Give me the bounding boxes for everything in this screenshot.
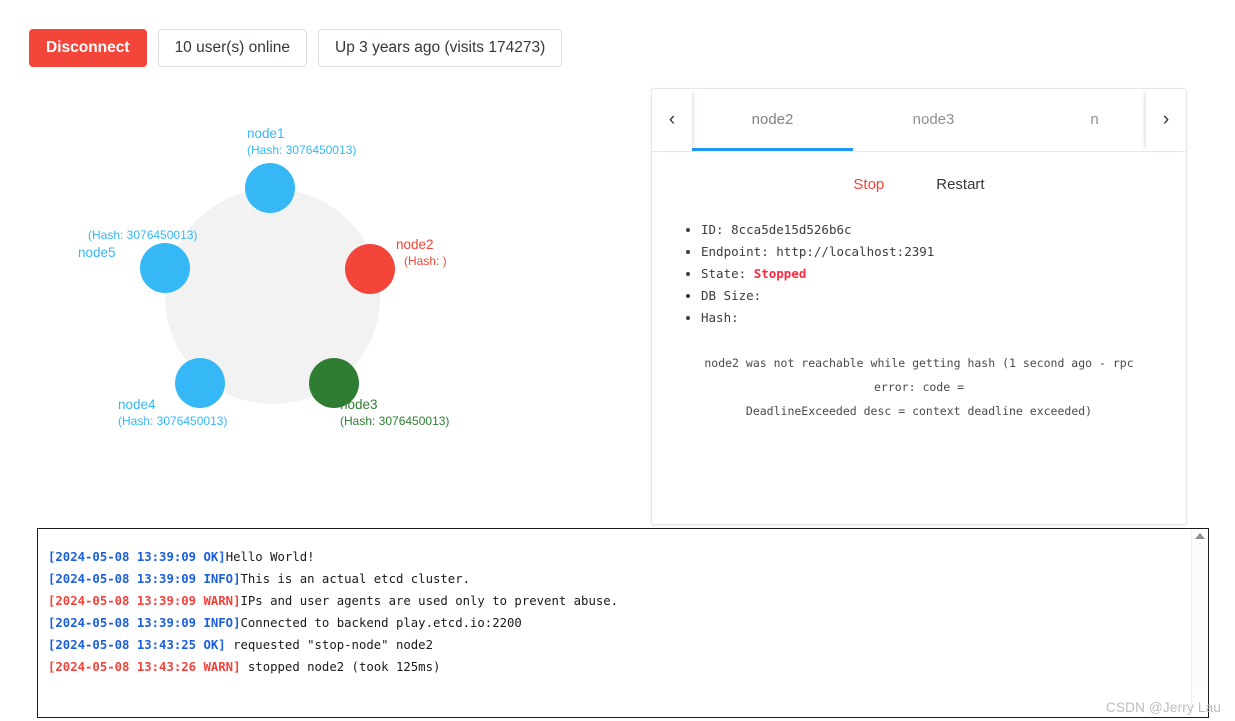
watermark: CSDN @Jerry Lau: [1106, 700, 1221, 715]
cluster-node-label-node5: (Hash: 3076450013) node5: [78, 227, 197, 261]
log-console-lines: [2024-05-08 13:39:09 OK]Hello World! [202…: [38, 529, 1191, 717]
detail-key: ID:: [701, 222, 732, 237]
log-message: This is an actual etcd cluster.: [240, 572, 471, 586]
node-name: node4: [118, 397, 156, 412]
app-root: Disconnect 10 user(s) online Up 3 years …: [0, 0, 1235, 721]
node-hash: (Hash: 3076450013): [118, 414, 228, 428]
node-name: node1: [247, 126, 285, 141]
log-line: [2024-05-08 13:43:26 WARN] stopped node2…: [48, 656, 1181, 678]
log-timestamp-tag: [2024-05-08 13:39:09 OK]: [48, 550, 226, 564]
node-details-list: ID: 8cca5de15d526b6cEndpoint: http://loc…: [652, 219, 1186, 329]
detail-key: Hash:: [701, 310, 739, 325]
cluster-node-node2[interactable]: [345, 244, 395, 294]
cluster-node-label-node2: node2 (Hash: ): [396, 236, 447, 270]
log-line: [2024-05-08 13:43:25 OK] requested "stop…: [48, 634, 1181, 656]
node-hash: (Hash: 3076450013): [88, 228, 198, 242]
scroll-up-arrow-icon[interactable]: [1195, 533, 1205, 539]
chevron-left-icon[interactable]: ‹: [652, 89, 692, 151]
log-timestamp-tag: [2024-05-08 13:39:09 INFO]: [48, 616, 241, 630]
detail-key: DB Size:: [701, 288, 762, 303]
node-error-message: node2 was not reachable while getting ha…: [686, 351, 1152, 423]
tab-node3[interactable]: node3: [853, 89, 1014, 151]
log-console-scrollbar[interactable]: [1191, 529, 1208, 717]
log-line: [2024-05-08 13:39:09 INFO]This is an act…: [48, 568, 1181, 590]
detail-key: Endpoint:: [701, 244, 777, 259]
chevron-right-icon[interactable]: ›: [1146, 89, 1186, 151]
node-hash: (Hash: ): [404, 254, 447, 268]
log-console: [2024-05-08 13:39:09 OK]Hello World! [202…: [37, 528, 1209, 718]
node-detail-item: Endpoint: http://localhost:2391: [701, 241, 1186, 263]
tab-node2[interactable]: node2: [692, 89, 853, 151]
node-name: node2: [396, 237, 434, 252]
detail-value: 8cca5de15d526b6c: [731, 222, 852, 237]
top-toolbar: Disconnect 10 user(s) online Up 3 years …: [29, 29, 563, 67]
users-online-badge: 10 user(s) online: [157, 29, 308, 67]
log-message: requested "stop-node" node2: [225, 638, 433, 652]
log-line: [2024-05-08 13:39:09 OK]Hello World!: [48, 546, 1181, 568]
node-tabbar: ‹ node2 node3 n ›: [652, 89, 1186, 152]
cluster-node-node1[interactable]: [245, 163, 295, 213]
cluster-node-label-node3: node3 (Hash: 3076450013): [340, 396, 449, 430]
node-detail-item: DB Size:: [701, 285, 1186, 307]
cluster-node-graph: node1 (Hash: 3076450013) node2 (Hash: ) node…: [0, 96, 640, 456]
tab-label: n: [1090, 111, 1099, 128]
node-detail-item: State: Stopped: [701, 263, 1186, 285]
detail-value: http://localhost:2391: [776, 244, 935, 259]
log-message: Hello World!: [225, 550, 315, 564]
scrollbar-thumb[interactable]: [1193, 543, 1207, 689]
log-message: Connected to backend play.etcd.io:2200: [240, 616, 522, 630]
node-action-bar: Stop Restart: [652, 176, 1186, 193]
cluster-node-label-node4: node4 (Hash: 3076450013): [118, 396, 227, 430]
node-name: node3: [340, 397, 378, 412]
error-line: node2 was not reachable while getting ha…: [704, 356, 1134, 394]
restart-node-button[interactable]: Restart: [936, 176, 984, 193]
log-timestamp-tag: [2024-05-08 13:43:26 WARN]: [48, 660, 241, 674]
disconnect-button[interactable]: Disconnect: [29, 29, 147, 67]
tab-label: node3: [912, 111, 955, 128]
tab-label: node2: [751, 111, 794, 128]
log-timestamp-tag: [2024-05-08 13:43:25 OK]: [48, 638, 226, 652]
cluster-node-label-node1: node1 (Hash: 3076450013): [247, 125, 356, 159]
node-detail-item: ID: 8cca5de15d526b6c: [701, 219, 1186, 241]
tab-scroll-viewport: node2 node3 n: [692, 89, 1146, 151]
tab-track: node2 node3 n: [692, 89, 1146, 151]
node-hash: (Hash: 3076450013): [247, 143, 357, 157]
node-name: node5: [78, 245, 116, 260]
node-hash: (Hash: 3076450013): [340, 414, 450, 428]
log-message: IPs and user agents are used only to pre…: [240, 594, 619, 608]
detail-value: Stopped: [753, 266, 807, 281]
log-line: [2024-05-08 13:39:09 INFO]Connected to b…: [48, 612, 1181, 634]
stop-node-button[interactable]: Stop: [853, 176, 884, 193]
uptime-badge: Up 3 years ago (visits 174273): [318, 29, 563, 67]
error-line: DeadlineExceeded desc = context deadline…: [745, 404, 1093, 418]
detail-key: State:: [701, 266, 754, 281]
log-timestamp-tag: [2024-05-08 13:39:09 WARN]: [48, 594, 241, 608]
log-line: [2024-05-08 13:39:09 WARN]IPs and user a…: [48, 590, 1181, 612]
log-message: stopped node2 (took 125ms): [240, 660, 441, 674]
node-detail-item: Hash:: [701, 307, 1186, 329]
node-detail-panel: ‹ node2 node3 n › Stop Restart ID: 8cca5de…: [651, 88, 1187, 525]
log-timestamp-tag: [2024-05-08 13:39:09 INFO]: [48, 572, 241, 586]
tab-n[interactable]: n: [1014, 89, 1146, 151]
